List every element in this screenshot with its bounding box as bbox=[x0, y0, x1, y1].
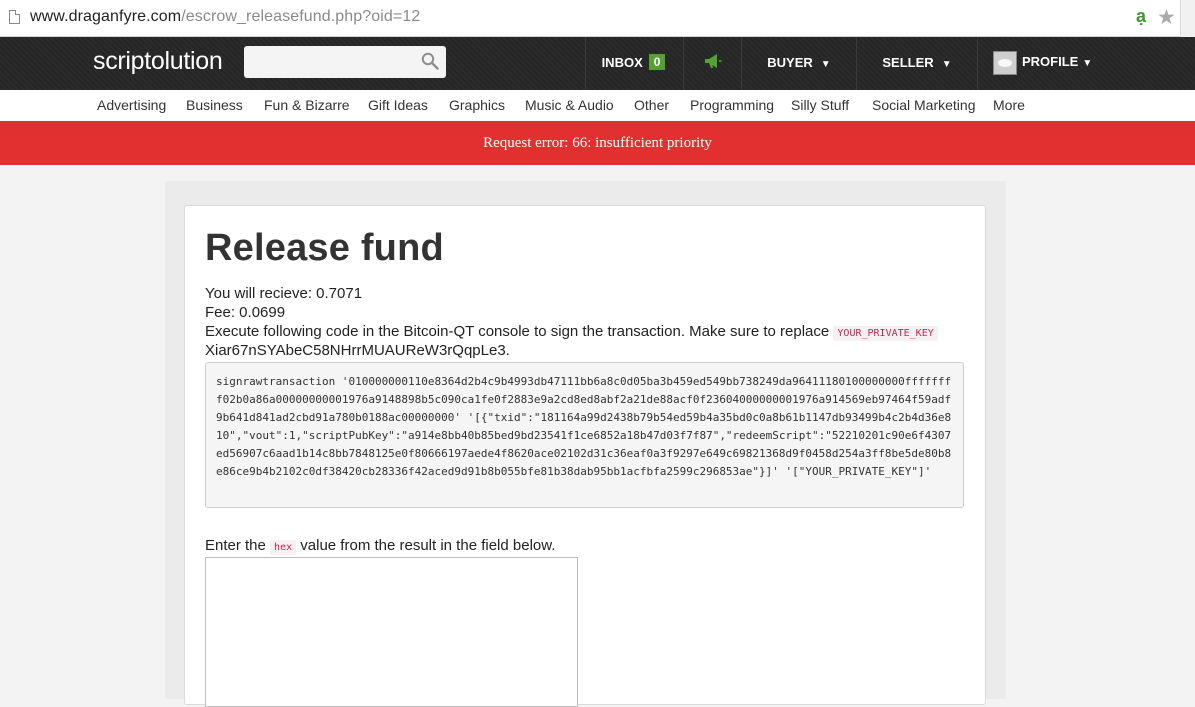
category-programming[interactable]: Programming bbox=[690, 97, 774, 113]
browser-scrollbar-edge bbox=[1180, 0, 1195, 37]
error-banner: Request error: 66: insufficient priority bbox=[0, 121, 1195, 165]
buyer-label: BUYER bbox=[767, 55, 813, 70]
seller-label: SELLER bbox=[882, 55, 934, 70]
category-fun-bizarre[interactable]: Fun & Bizarre bbox=[264, 97, 350, 113]
chevron-down-icon: ▼ bbox=[941, 59, 952, 70]
category-more[interactable]: More bbox=[993, 97, 1025, 113]
extension-icon[interactable]: ạ bbox=[1136, 6, 1146, 27]
inbox-label: INBOX bbox=[601, 55, 643, 70]
sign-instruction: Execute following code in the Bitcoin-QT… bbox=[205, 323, 938, 341]
category-silly-stuff[interactable]: Silly Stuff bbox=[791, 97, 849, 113]
site-logo[interactable]: scriptolution bbox=[93, 47, 223, 76]
instruction-text: Execute following code in the Bitcoin-QT… bbox=[205, 323, 830, 340]
category-bar: Advertising Business Fun & Bizarre Gift … bbox=[0, 90, 1195, 121]
category-other[interactable]: Other bbox=[634, 97, 669, 113]
category-social-marketing[interactable]: Social Marketing bbox=[872, 97, 976, 113]
nav-profile[interactable]: PROFILE ▼ bbox=[1022, 37, 1094, 90]
url-text[interactable]: www.draganfyre.com/escrow_releasefund.ph… bbox=[30, 8, 420, 26]
page-icon bbox=[9, 10, 20, 24]
category-music-audio[interactable]: Music & Audio bbox=[525, 97, 614, 113]
category-gift-ideas[interactable]: Gift Ideas bbox=[368, 97, 428, 113]
category-business[interactable]: Business bbox=[186, 97, 243, 113]
search-input[interactable] bbox=[244, 46, 446, 78]
hex-instruction: Enter the hex value from the result in t… bbox=[205, 537, 556, 555]
avatar[interactable] bbox=[993, 51, 1017, 75]
chevron-down-icon: ▼ bbox=[820, 59, 831, 70]
hex-instruction-prefix: Enter the bbox=[205, 537, 266, 554]
hex-code: hex bbox=[270, 540, 297, 555]
fee-amount: Fee: 0.0699 bbox=[205, 304, 286, 321]
error-message: Request error: 66: insufficient priority bbox=[483, 135, 712, 151]
category-graphics[interactable]: Graphics bbox=[449, 97, 505, 113]
search-icon[interactable] bbox=[421, 52, 439, 70]
page-title: Release fund bbox=[205, 227, 444, 269]
url-path: /escrow_releasefund.php?oid=12 bbox=[181, 8, 421, 25]
category-advertising[interactable]: Advertising bbox=[97, 97, 166, 113]
browser-address-bar[interactable]: www.draganfyre.com/escrow_releasefund.ph… bbox=[0, 0, 1195, 37]
nav-divider bbox=[683, 37, 684, 90]
private-key-code: YOUR_PRIVATE_KEY bbox=[833, 326, 938, 341]
hex-instruction-suffix: value from the result in the field below… bbox=[300, 537, 556, 554]
receive-amount: You will recieve: 0.7071 bbox=[205, 285, 363, 302]
inbox-count-badge: 0 bbox=[648, 54, 666, 70]
bookmark-star-icon[interactable]: ★ bbox=[1157, 5, 1176, 30]
nav-divider bbox=[977, 37, 978, 90]
sign-command-code-block[interactable]: signrawtransaction '010000000110e8364d2b… bbox=[205, 362, 964, 508]
profile-label: PROFILE bbox=[1022, 54, 1079, 69]
top-navigation: scriptolution INBOX 0 BUYER ▼ SELLER ▼ PROF… bbox=[0, 37, 1195, 90]
chevron-down-icon: ▼ bbox=[1082, 58, 1093, 69]
nav-buyer[interactable]: BUYER ▼ bbox=[742, 37, 856, 90]
url-domain: www.draganfyre.com bbox=[30, 8, 182, 25]
nav-seller[interactable]: SELLER ▼ bbox=[857, 37, 977, 90]
megaphone-icon[interactable] bbox=[704, 53, 722, 70]
hex-value-textarea[interactable] bbox=[205, 557, 578, 707]
escrow-address: Xiar67nSYAbeC58NHrrMUAUReW3rQqpLe3. bbox=[205, 342, 510, 359]
nav-inbox[interactable]: INBOX 0 bbox=[586, 37, 681, 90]
